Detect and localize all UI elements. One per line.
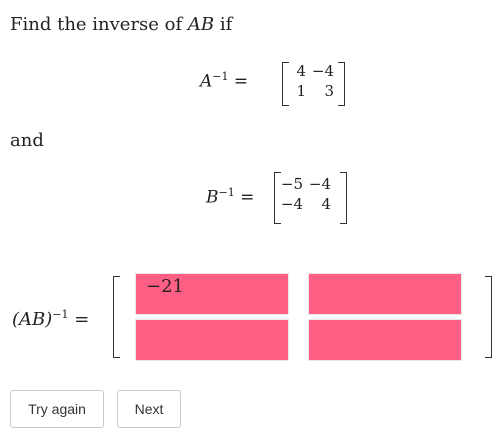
- a-inverse-label: A−1 =: [200, 70, 248, 92]
- a-exponent: −1: [212, 70, 229, 83]
- b-equals: =: [240, 187, 255, 208]
- ab-exponent: −1: [52, 308, 69, 321]
- try-again-button[interactable]: Try again: [10, 390, 104, 428]
- next-button[interactable]: Next: [117, 390, 181, 428]
- and-text: and: [10, 130, 44, 151]
- b-matrix-cell: −4: [308, 175, 331, 193]
- ab-equals: =: [74, 309, 90, 330]
- b-matrix-right-bracket: [340, 172, 347, 224]
- question-prefix: Find the inverse of: [10, 14, 188, 35]
- answer-cell-r2c1[interactable]: [135, 319, 289, 361]
- ab-symbol: (AB): [12, 309, 53, 330]
- answer-label: (AB)−1 =: [12, 308, 89, 330]
- a-inverse-matrix: 4 −4 1 3: [278, 62, 334, 100]
- a-matrix-cell: −4: [311, 62, 334, 80]
- b-symbol: B: [206, 187, 219, 208]
- question-text: Find the inverse of AB if: [10, 14, 232, 35]
- answer-right-bracket: [485, 276, 492, 358]
- a-symbol: A: [200, 71, 213, 92]
- a-equals: =: [233, 71, 249, 92]
- question-suffix: if: [214, 14, 233, 35]
- b-inverse-label: B−1 =: [206, 186, 254, 208]
- answer-cell-r2c2[interactable]: [308, 319, 462, 361]
- answer-left-bracket: [113, 276, 120, 358]
- question-product: AB: [187, 14, 215, 35]
- a-matrix-cell: 1: [296, 82, 306, 100]
- b-matrix-cell: 4: [321, 195, 331, 213]
- answer-cell-r1c1[interactable]: −21: [135, 273, 289, 315]
- b-matrix-cell: −5: [280, 175, 303, 193]
- answer-cell-r1c2[interactable]: [308, 273, 462, 315]
- b-inverse-matrix: −5 −4 −4 4: [275, 175, 331, 213]
- answer-cell-value: −21: [146, 276, 184, 297]
- b-matrix-cell: −4: [280, 195, 303, 213]
- a-matrix-cell: 3: [324, 82, 334, 100]
- a-matrix-right-bracket: [338, 62, 345, 106]
- b-exponent: −1: [218, 186, 235, 199]
- a-matrix-cell: 4: [296, 62, 306, 80]
